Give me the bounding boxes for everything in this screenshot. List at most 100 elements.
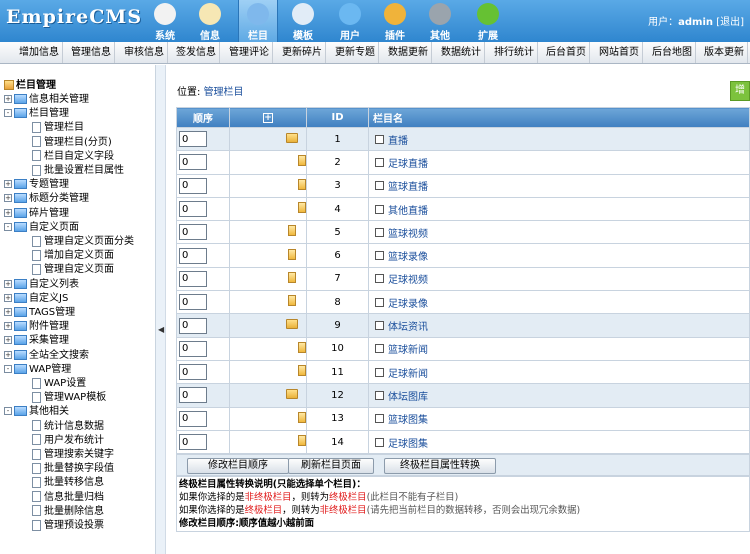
expand-icon[interactable]: + (4, 194, 12, 203)
expand-all-icon[interactable]: + (263, 113, 273, 123)
tree-leaf[interactable]: 用户发布统计 (32, 434, 104, 448)
tree-leaf[interactable]: 管理预设投票 (32, 519, 104, 533)
menu-item[interactable]: 更新碎片 (279, 42, 326, 63)
menu-item[interactable]: 管理评论 (226, 42, 273, 63)
row-checkbox[interactable] (375, 227, 384, 237)
tree-folder[interactable]: + 自定义列表 (4, 278, 79, 292)
collapse-icon[interactable]: - (4, 109, 12, 118)
menu-item[interactable]: 版本更新 (701, 42, 748, 63)
edit-order-button[interactable]: 修改栏目顺序 (187, 458, 289, 474)
tree-folder[interactable]: + 采集管理 (4, 334, 69, 348)
column-name-link[interactable]: 篮球新闻 (388, 345, 428, 356)
tree-leaf[interactable]: 管理WAP模板 (32, 391, 106, 405)
collapse-arrow-icon[interactable]: ◀ (158, 325, 164, 334)
order-input[interactable] (179, 434, 207, 450)
row-checkbox[interactable] (375, 181, 384, 191)
folder-icon[interactable] (286, 388, 298, 399)
tree-root[interactable]: 栏目管理 (4, 79, 56, 93)
expand-icon[interactable]: + (4, 293, 12, 302)
tree-leaf[interactable]: 信息批量归档 (32, 491, 104, 505)
expand-icon[interactable]: + (4, 180, 12, 189)
tree-leaf[interactable]: 批量替换字段值 (32, 462, 114, 476)
row-checkbox[interactable] (375, 390, 384, 400)
collapse-icon[interactable]: - (4, 222, 12, 231)
column-name-link[interactable]: 足球视频 (388, 275, 428, 286)
menu-item[interactable]: 管理信息 (68, 42, 115, 63)
expand-icon[interactable]: + (4, 279, 12, 288)
menu-item[interactable]: 后台首页 (543, 42, 590, 63)
order-input[interactable] (179, 364, 207, 381)
expand-icon[interactable]: + (4, 350, 12, 359)
tree-leaf[interactable]: 批量设置栏目属性 (32, 164, 124, 178)
expand-icon[interactable]: + (4, 308, 12, 316)
row-checkbox[interactable] (375, 157, 384, 167)
order-input[interactable] (179, 294, 207, 311)
sidebar-splitter[interactable]: ◀ (156, 65, 166, 554)
expand-icon[interactable]: + (4, 336, 12, 345)
tree-leaf[interactable]: 管理自定义页面分类 (32, 235, 134, 249)
tree-folder[interactable]: + 碎片管理 (4, 207, 69, 221)
folder-icon[interactable] (286, 132, 298, 143)
tree-folder[interactable]: - WAP管理 (4, 363, 71, 377)
nav-globe-button[interactable]: 系统 (145, 0, 185, 42)
column-name-link[interactable]: 足球直播 (388, 159, 428, 170)
column-name-link[interactable]: 体坛资讯 (388, 322, 428, 333)
collapse-icon[interactable]: - (4, 364, 12, 373)
tree-folder[interactable]: - 其他相关 (4, 405, 69, 419)
row-checkbox[interactable] (375, 367, 384, 377)
column-name-link[interactable]: 其他直播 (388, 206, 428, 217)
menu-item[interactable]: 审核信息 (121, 42, 168, 63)
tree-folder[interactable]: + 附件管理 (4, 320, 69, 334)
tree-leaf[interactable]: 统计信息数据 (32, 420, 104, 434)
menu-item[interactable]: 签发信息 (173, 42, 220, 63)
order-input[interactable] (179, 270, 207, 287)
row-checkbox[interactable] (375, 204, 384, 214)
tree-folder[interactable]: + 专题管理 (4, 178, 69, 192)
row-checkbox[interactable] (375, 251, 384, 261)
row-checkbox[interactable] (375, 437, 384, 447)
empirecms-logo[interactable]: EmpireCMS (6, 6, 142, 28)
nav-gear-button[interactable]: 其他 (420, 0, 460, 42)
column-name-link[interactable]: 足球新闻 (388, 369, 428, 380)
tree-folder[interactable]: + TAGS管理 (4, 306, 75, 320)
order-input[interactable] (179, 387, 207, 404)
nav-template-button[interactable]: 模板 (283, 0, 323, 42)
tree-leaf[interactable]: 批量删除信息 (32, 505, 104, 519)
order-input[interactable] (179, 131, 207, 148)
order-input[interactable] (179, 340, 207, 357)
row-checkbox[interactable] (375, 321, 384, 331)
tree-leaf[interactable]: 管理栏目 (32, 121, 84, 135)
menu-item[interactable]: 更新专题 (332, 42, 379, 63)
column-name-link[interactable]: 篮球直播 (388, 182, 428, 193)
row-checkbox[interactable] (375, 414, 384, 424)
nav-plus-button[interactable]: 扩展 (468, 0, 508, 42)
order-input[interactable] (179, 317, 207, 334)
column-name-link[interactable]: 篮球图集 (388, 415, 428, 426)
collapse-icon[interactable]: - (4, 407, 12, 416)
tree-folder[interactable]: + 全站全文搜索 (4, 349, 89, 363)
tree-leaf[interactable]: 管理栏目(分页) (32, 136, 112, 150)
row-checkbox[interactable] (375, 344, 384, 354)
row-checkbox[interactable] (375, 134, 384, 144)
menu-item[interactable]: 网站首页 (596, 42, 643, 63)
tree-folder[interactable]: + 信息相关管理 (4, 93, 89, 107)
row-checkbox[interactable] (375, 274, 384, 284)
refresh-columns-button[interactable]: 刷新栏目页面 (288, 458, 374, 474)
nav-folder-button[interactable]: 栏目 (238, 0, 278, 42)
menu-item[interactable]: 数据统计 (438, 42, 485, 63)
tree-folder[interactable]: + 自定义JS (4, 292, 68, 306)
menu-item[interactable]: 增加信息 (16, 42, 63, 63)
menu-item[interactable]: 后台地图 (649, 42, 696, 63)
header-expand[interactable]: + (229, 107, 307, 128)
order-input[interactable] (179, 201, 207, 218)
order-input[interactable] (179, 154, 207, 171)
menu-item[interactable]: 数据更新 (385, 42, 432, 63)
column-name-link[interactable]: 体坛图库 (388, 392, 428, 403)
row-checkbox[interactable] (375, 297, 384, 307)
column-name-link[interactable]: 足球图集 (388, 439, 428, 450)
column-name-link[interactable]: 篮球录像 (388, 252, 428, 263)
order-input[interactable] (179, 247, 207, 264)
convert-terminal-button[interactable]: 终极栏目属性转换 (384, 458, 496, 474)
column-name-link[interactable]: 篮球视频 (388, 229, 428, 240)
nav-tools-button[interactable]: 插件 (375, 0, 415, 42)
